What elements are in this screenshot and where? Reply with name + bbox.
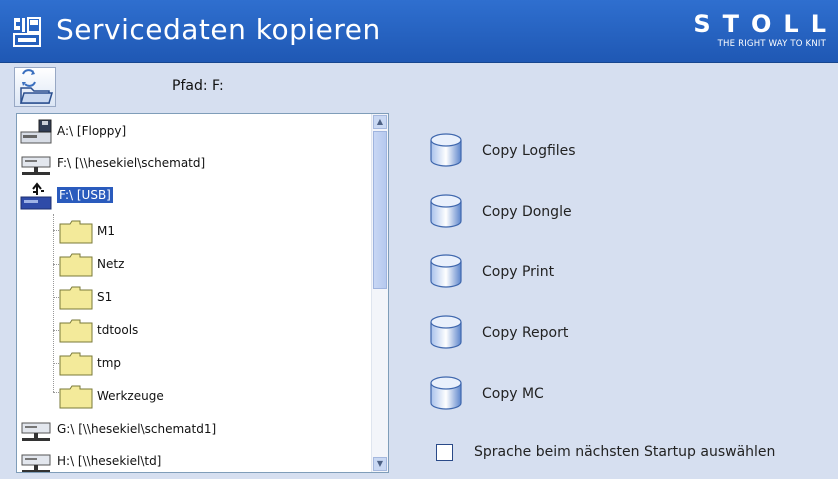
copy-mc-button[interactable]: Copy MC — [428, 375, 688, 415]
copy-report-label: Copy Report — [482, 325, 569, 341]
scroll-down-arrow-icon[interactable]: ▼ — [373, 457, 387, 471]
tree-item-label: A:\ [Floppy] — [57, 124, 127, 138]
tree-item-label: H:\ [\\hesekiel\td] — [57, 454, 162, 468]
startup-language-label: Sprache beim nächsten Startup auswählen — [474, 444, 776, 460]
database-cylinder-icon — [430, 376, 462, 410]
change-path-button[interactable] — [14, 67, 56, 107]
brand-tagline: THE RIGHT WAY TO KNIT — [717, 39, 826, 49]
folder-icon — [59, 286, 93, 310]
tree-item-folder-werkzeuge[interactable]: Werkzeuge — [17, 381, 373, 413]
folder-icon — [59, 352, 93, 376]
tree-item-label: tmp — [97, 356, 122, 370]
tree-item-drive-f-usb[interactable]: F:\ [USB] — [17, 181, 373, 213]
copy-mc-label: Copy MC — [482, 386, 544, 402]
tree-item-drive-a[interactable]: A:\ [Floppy] — [17, 116, 373, 148]
stoll-logo: STOLL THE RIGHT WAY TO KNIT — [686, 10, 826, 49]
folder-icon — [59, 385, 93, 409]
tree-item-label: tdtools — [97, 323, 139, 337]
copy-dongle-button[interactable]: Copy Dongle — [428, 193, 688, 233]
startup-language-option[interactable]: Sprache beim nächsten Startup auswählen — [436, 442, 826, 466]
tree-item-folder-m1[interactable]: M1 — [17, 216, 373, 248]
tree-item-drive-f-network[interactable]: F:\ [\\hesekiel\schematd] — [17, 148, 373, 180]
tree-item-drive-g[interactable]: G:\ [\\hesekiel\schematd1] — [17, 414, 373, 446]
scroll-up-arrow-icon[interactable]: ▲ — [373, 115, 387, 129]
database-cylinder-icon — [430, 254, 462, 288]
copy-logfiles-button[interactable]: Copy Logfiles — [428, 132, 688, 172]
scrollbar-thumb[interactable] — [373, 131, 387, 289]
tree-item-drive-h[interactable]: H:\ [\\hesekiel\td] — [17, 446, 373, 472]
database-cylinder-icon — [430, 194, 462, 228]
copy-dongle-label: Copy Dongle — [482, 204, 572, 220]
brand-name: STOLL — [693, 10, 838, 38]
folder-icon — [59, 220, 93, 244]
path-label: Pfad: F: — [172, 78, 224, 94]
startup-language-checkbox[interactable] — [436, 444, 453, 461]
tree-item-label: G:\ [\\hesekiel\schematd1] — [57, 422, 217, 436]
drive-folder-tree[interactable]: A:\ [Floppy] F:\ [\\hesekiel\schematd] F… — [16, 113, 389, 473]
tree-item-label: Netz — [97, 257, 125, 271]
tree-item-label: Werkzeuge — [97, 389, 164, 403]
usb-drive-icon — [20, 182, 52, 210]
title-bar: Servicedaten kopieren STOLL THE RIGHT WA… — [0, 0, 838, 63]
tree-item-label: F:\ [\\hesekiel\schematd] — [57, 156, 206, 170]
folder-icon — [59, 253, 93, 277]
network-drive-icon — [21, 422, 51, 441]
database-cylinder-icon — [430, 315, 462, 349]
window-title: Servicedaten kopieren — [56, 13, 381, 46]
tree-item-label: M1 — [97, 224, 115, 238]
floppy-drive-icon — [20, 119, 52, 144]
tree-item-label: S1 — [97, 290, 113, 304]
tree-scrollbar[interactable]: ▲ ▼ — [371, 114, 388, 472]
network-drive-icon — [21, 454, 51, 472]
copy-logfiles-label: Copy Logfiles — [482, 143, 576, 159]
copy-print-label: Copy Print — [482, 264, 555, 280]
tree-item-folder-netz[interactable]: Netz — [17, 249, 373, 281]
network-drive-icon — [21, 156, 51, 175]
tree-item-label: F:\ [USB] — [57, 187, 113, 203]
tree-item-folder-tmp[interactable]: tmp — [17, 348, 373, 380]
folder-refresh-icon — [19, 69, 54, 104]
copy-report-button[interactable]: Copy Report — [428, 314, 688, 354]
tree-item-folder-s1[interactable]: S1 — [17, 282, 373, 314]
copy-print-button[interactable]: Copy Print — [428, 253, 688, 293]
database-cylinder-icon — [430, 133, 462, 167]
service-copy-icon — [13, 17, 41, 47]
folder-icon — [59, 319, 93, 343]
tree-item-folder-tdtools[interactable]: tdtools — [17, 315, 373, 347]
